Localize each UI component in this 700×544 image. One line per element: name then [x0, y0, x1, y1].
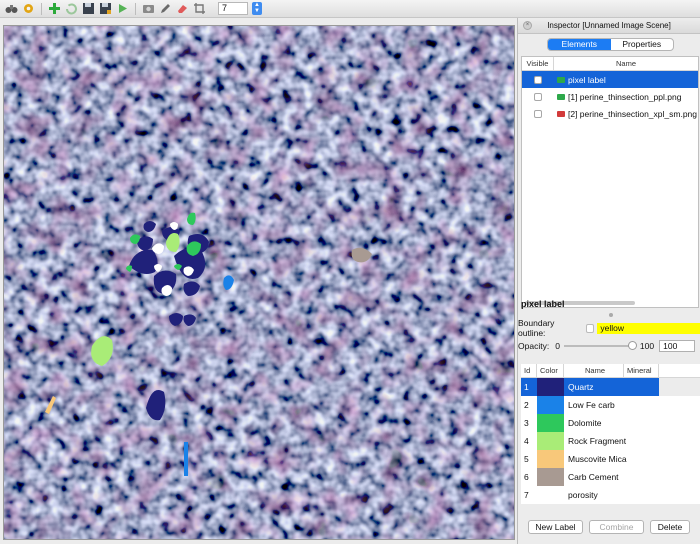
save-as-icon[interactable]: [99, 2, 112, 15]
label-name: Dolomite: [568, 418, 602, 428]
label-name: Low Fe carb: [568, 400, 615, 410]
play-icon[interactable]: [116, 2, 129, 15]
label-id: 3: [524, 418, 529, 428]
column-header-name[interactable]: Name: [564, 364, 624, 377]
opacity-max: 100: [639, 341, 655, 351]
labels-table: Id Color Name Mineral 1 Quartz 2 Low Fe …: [521, 364, 700, 504]
combine-button[interactable]: Combine: [589, 520, 644, 534]
add-icon[interactable]: [48, 2, 61, 15]
opacity-row: Opacity: 0 100 100: [518, 340, 696, 352]
selected-element-title: pixel label: [521, 299, 565, 309]
opacity-field[interactable]: 100: [659, 340, 696, 352]
label-id: 6: [524, 472, 529, 482]
label-name: Muscovite Mica: [568, 454, 627, 464]
label-color-swatch[interactable]: [537, 414, 564, 432]
tab-properties[interactable]: Properties: [611, 39, 674, 50]
label-name: Quartz: [568, 382, 594, 392]
splitter-handle[interactable]: [609, 313, 613, 317]
element-name: [2] perine_thinsection_xpl_sm.png: [568, 108, 697, 119]
image-icon: [557, 93, 565, 100]
elements-table: Visible Name pixel label [1] perine_thin…: [521, 56, 699, 308]
table-row[interactable]: [1] perine_thinsection_ppl.png: [522, 88, 698, 105]
label-name: porosity: [568, 490, 598, 500]
element-name: pixel label: [568, 74, 606, 85]
image-icon: [557, 76, 565, 83]
toolbar: 7 ▲ ▼: [0, 0, 700, 18]
labels-table-header: Id Color Name Mineral: [521, 364, 700, 378]
visible-checkbox[interactable]: [534, 109, 542, 118]
column-header-name[interactable]: Name: [554, 57, 698, 70]
boundary-outline-row: Boundary outline: yellow: [518, 318, 700, 338]
crop-icon[interactable]: [193, 2, 206, 15]
column-header-visible[interactable]: Visible: [522, 57, 554, 70]
opacity-slider-knob[interactable]: [627, 341, 637, 350]
label-id: 5: [524, 454, 529, 464]
gear-icon[interactable]: [22, 2, 35, 15]
inspector-title: Inspector [Unnamed Image Scene]: [547, 21, 671, 30]
save-icon[interactable]: [82, 2, 95, 15]
table-row[interactable]: 6 Carb Cement: [521, 468, 700, 486]
close-icon[interactable]: ×: [523, 21, 532, 30]
table-row[interactable]: 4 Rock Fragment: [521, 432, 700, 450]
table-row[interactable]: [2] perine_thinsection_xpl_sm.png: [522, 105, 698, 122]
binoculars-icon[interactable]: [5, 2, 18, 15]
thin-section-image: [4, 26, 514, 539]
pencil-icon[interactable]: [159, 2, 172, 15]
tab-elements[interactable]: Elements: [548, 39, 611, 50]
table-row[interactable]: 1 Quartz: [521, 378, 700, 396]
label-color-swatch[interactable]: [537, 486, 564, 504]
table-row[interactable]: 5 Muscovite Mica: [521, 450, 700, 468]
column-header-color[interactable]: Color: [537, 364, 564, 377]
visible-checkbox[interactable]: [534, 75, 542, 84]
opacity-label: Opacity:: [518, 341, 550, 351]
table-row[interactable]: pixel label: [522, 71, 698, 88]
boundary-color-value[interactable]: yellow: [597, 322, 700, 334]
opacity-min: 0: [555, 341, 560, 351]
label-color-swatch[interactable]: [537, 396, 564, 414]
image-viewer[interactable]: [3, 25, 515, 540]
label-color-swatch[interactable]: [537, 378, 564, 396]
image-icon: [557, 110, 565, 117]
label-id: 7: [524, 490, 529, 500]
label-actions: New Label Combine Delete: [518, 520, 700, 534]
elements-table-header: Visible Name: [522, 57, 698, 71]
inspector-tabs: Elements Properties: [547, 38, 674, 51]
label-color-swatch[interactable]: [537, 450, 564, 468]
label-color-swatch[interactable]: [537, 468, 564, 486]
inspector-titlebar: × Inspector [Unnamed Image Scene]: [518, 18, 700, 34]
label-color-swatch[interactable]: [537, 432, 564, 450]
refresh-icon[interactable]: [65, 2, 78, 15]
delete-button[interactable]: Delete: [650, 520, 690, 534]
label-id: 4: [524, 436, 529, 446]
app-window: 7 ▲ ▼ × Inspector [Unnamed Image Scene] …: [0, 0, 700, 544]
table-row[interactable]: 7 porosity: [521, 486, 700, 504]
element-name: [1] perine_thinsection_ppl.png: [568, 91, 682, 102]
label-name: Rock Fragment: [568, 436, 627, 446]
opacity-slider[interactable]: [563, 341, 637, 350]
label-name: Carb Cement: [568, 472, 619, 482]
table-row[interactable]: 3 Dolomite: [521, 414, 700, 432]
new-label-button[interactable]: New Label: [528, 520, 583, 534]
column-header-mineral[interactable]: Mineral: [624, 364, 659, 377]
frame-number-field[interactable]: 7: [218, 2, 248, 15]
toolbar-separator: [135, 2, 136, 15]
camera-icon[interactable]: [142, 2, 155, 15]
frame-stepper[interactable]: ▲ ▼: [252, 2, 262, 15]
column-header-id[interactable]: Id: [521, 364, 537, 377]
eraser-icon[interactable]: [176, 2, 189, 15]
boundary-color-swatch[interactable]: [585, 323, 595, 333]
label-id: 1: [524, 382, 529, 392]
toolbar-separator: [41, 2, 42, 15]
label-id: 2: [524, 400, 529, 410]
boundary-outline-label: Boundary outline:: [518, 318, 555, 338]
table-row[interactable]: 2 Low Fe carb: [521, 396, 700, 414]
inspector-panel: × Inspector [Unnamed Image Scene] Elemen…: [517, 18, 700, 544]
visible-checkbox[interactable]: [534, 92, 542, 101]
